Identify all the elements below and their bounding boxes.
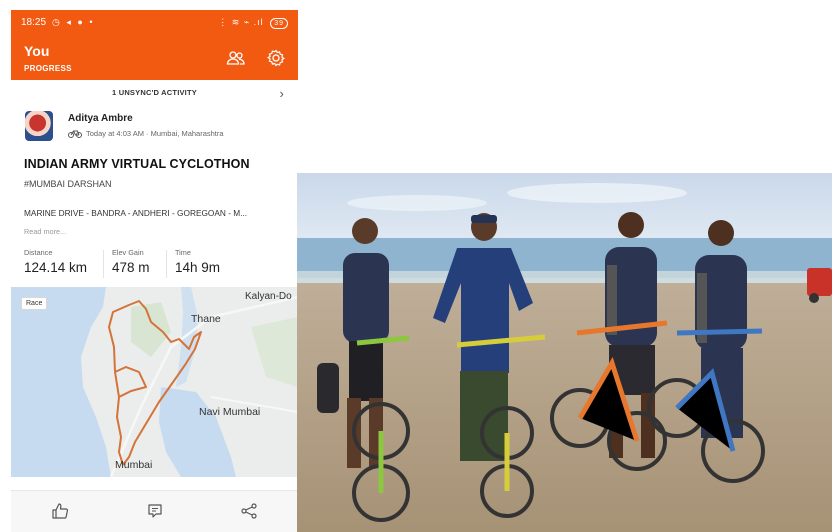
status-signal-icons: ⋮ ≋ ⌁ .ıl — [218, 16, 264, 27]
map-label-thane: Thane — [191, 313, 221, 325]
friends-icon[interactable] — [226, 48, 246, 68]
battery-level: 39 — [274, 19, 284, 27]
stat-distance-label: Distance — [24, 248, 53, 257]
stat-time-label: Time — [175, 248, 191, 257]
map-label-mumbai: Mumbai — [115, 459, 152, 471]
stat-divider — [103, 250, 104, 278]
stat-elevation: Elev Gain 478 m — [112, 248, 150, 275]
cyclists-beach-photo — [297, 173, 832, 532]
share-icon[interactable] — [240, 502, 258, 520]
red-vehicle — [807, 268, 832, 296]
page-title: You — [24, 43, 50, 59]
comment-icon[interactable] — [146, 502, 164, 520]
page-subtitle: PROGRESS — [24, 64, 72, 73]
status-bar: 18:25 ◷ ◂ ● • ⋮ ≋ ⌁ .ıl 39 — [11, 10, 298, 35]
stat-distance: Distance 124.14 km — [24, 248, 87, 275]
status-right-icons: ⋮ ≋ ⌁ .ıl 39 — [218, 17, 288, 29]
like-icon[interactable] — [51, 502, 69, 520]
stat-time-value: 14h 9m — [175, 260, 221, 275]
stat-elevation-label: Elev Gain — [112, 248, 144, 257]
bike-icon — [68, 130, 82, 138]
activity-title[interactable]: INDIAN ARMY VIRTUAL CYCLOTHON — [24, 157, 250, 171]
status-left-icons: ◷ ◂ ● • — [52, 17, 95, 27]
stat-time: Time 14h 9m — [175, 248, 220, 275]
phone-screenshot: 18:25 ◷ ◂ ● • ⋮ ≋ ⌁ .ıl 39 You PROGRESS … — [11, 10, 298, 532]
race-badge: Race — [21, 297, 48, 310]
activity-hashtag: #MUMBAI DARSHAN — [24, 179, 112, 189]
athlete-name[interactable]: Aditya Ambre — [68, 113, 133, 124]
battery-icon: 39 — [270, 17, 288, 29]
chevron-right-icon[interactable]: › — [279, 86, 284, 101]
app-bar: You PROGRESS — [11, 35, 298, 80]
status-time: 18:25 — [21, 17, 47, 28]
map-label-kalyan: Kalyan-Do — [245, 291, 292, 302]
action-bar — [11, 490, 298, 532]
stat-distance-value: 124.14 km — [24, 260, 88, 275]
avatar[interactable] — [25, 111, 53, 141]
read-more-link[interactable]: Read more... — [24, 227, 66, 236]
map-label-navi-mumbai: Navi Mumbai — [199, 406, 260, 418]
stat-divider — [166, 250, 167, 278]
route-map[interactable]: Kalyan-Do Thane Navi Mumbai Mumbai — [11, 287, 298, 477]
activity-description: MARINE DRIVE - BANDRA - ANDHERI - GOREGO… — [24, 208, 248, 218]
gear-icon[interactable] — [266, 48, 286, 68]
stat-elevation-value: 478 m — [112, 260, 150, 275]
map-canvas: Kalyan-Do Thane Navi Mumbai Mumbai — [11, 287, 298, 477]
unsynced-activity-label: 1 UNSYNC'D ACTIVITY — [112, 88, 197, 97]
activity-meta: Today at 4:03 AM · Mumbai, Maharashtra — [68, 129, 224, 138]
unsynced-activity-banner[interactable]: 1 UNSYNC'D ACTIVITY › — [11, 86, 298, 106]
activity-time-location: Today at 4:03 AM · Mumbai, Maharashtra — [86, 129, 224, 138]
